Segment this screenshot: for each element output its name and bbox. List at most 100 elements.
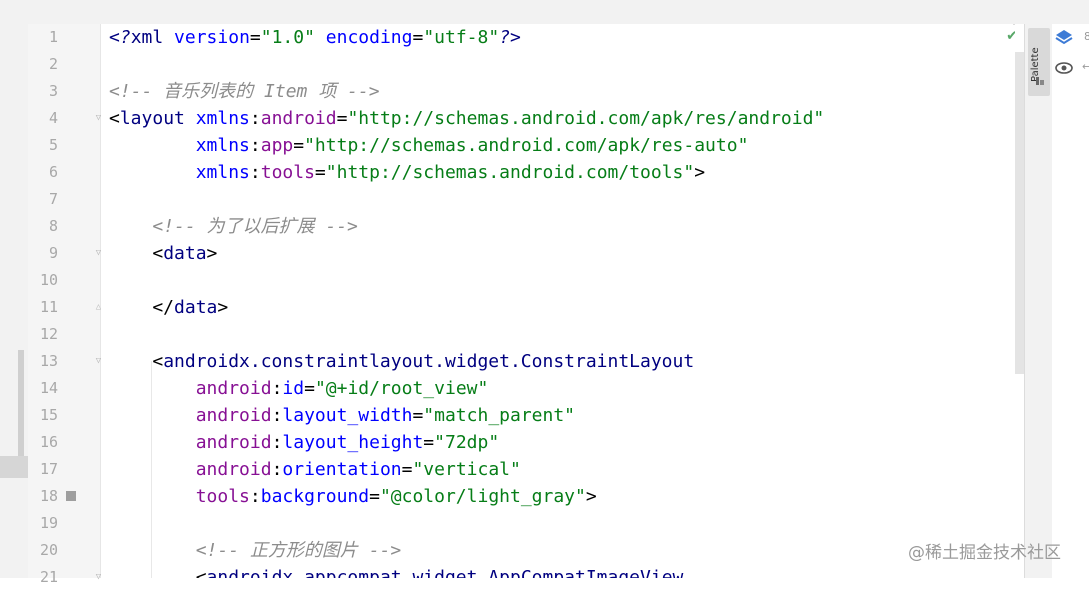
code-token: = xyxy=(314,162,326,183)
code-line: <!-- 为了以后扩展 --> xyxy=(109,213,358,240)
code-line: <androidx.appcompat.widget.AppCompatImag… xyxy=(109,564,684,578)
code-token: androidx.constraintlayout.widget.Constra… xyxy=(163,351,695,372)
code-line: <!-- 音乐列表的 Item 项 --> xyxy=(109,78,380,105)
code-token: xmlns xyxy=(195,162,250,183)
code-token: < xyxy=(109,351,164,372)
code-token: = xyxy=(412,27,424,48)
line-number: 15 xyxy=(39,406,58,424)
code-token: = xyxy=(412,405,424,426)
code-line: tools:background="@color/light_gray"> xyxy=(109,483,597,510)
line-number: 13 xyxy=(39,352,58,370)
code-token: : xyxy=(271,459,283,480)
line-number: 6 xyxy=(48,163,58,181)
code-token: "http://schemas.android.com/apk/res/andr… xyxy=(347,108,825,129)
line-number: 10 xyxy=(39,271,58,289)
code-token: "1.0" xyxy=(260,27,326,48)
code-token: > xyxy=(217,297,229,318)
right-toolbar: 8 ← xyxy=(1052,24,1089,578)
code-token: android xyxy=(195,459,272,480)
code-token: = xyxy=(304,378,315,399)
palette-icon xyxy=(1036,77,1044,85)
editor-tab-bar xyxy=(0,0,1089,25)
line-number: 2 xyxy=(48,55,58,73)
line-number: 11 xyxy=(39,298,58,316)
code-token: "utf-8" xyxy=(423,27,500,48)
code-token: : xyxy=(249,108,261,129)
code-token: "http://schemas.android.com/tools" xyxy=(325,162,695,183)
code-token: androidx.appcompat.widget.AppCompatImage… xyxy=(206,567,684,578)
eye-icon[interactable] xyxy=(1054,58,1074,78)
code-token: tools xyxy=(260,162,315,183)
toolbar-arrow-icon[interactable]: ← xyxy=(1082,60,1089,73)
code-token: xml xyxy=(130,27,175,48)
code-token: android xyxy=(195,405,272,426)
code-token: data xyxy=(174,297,218,318)
code-line: </data> xyxy=(109,294,228,321)
code-token: app xyxy=(260,135,294,156)
code-token: android xyxy=(195,378,272,399)
line-number: 5 xyxy=(48,136,58,154)
line-number: 17 xyxy=(39,460,58,478)
code-token: android xyxy=(260,108,337,129)
line-number: 1 xyxy=(48,28,58,46)
code-token: layout_width xyxy=(282,405,413,426)
code-line: android:orientation="vertical" xyxy=(109,456,521,483)
line-number: 14 xyxy=(39,379,58,397)
layers-icon[interactable] xyxy=(1054,28,1074,48)
line-number: 16 xyxy=(39,433,58,451)
code-line: xmlns:app="http://schemas.android.com/ap… xyxy=(109,132,749,159)
code-token: "72dp" xyxy=(434,432,500,453)
toolbar-overflow-icon[interactable]: 8 xyxy=(1084,30,1089,43)
code-token: "@color/light_gray" xyxy=(379,486,586,507)
code-token: > xyxy=(206,243,218,264)
code-token: </ xyxy=(109,297,175,318)
code-token: xmlns xyxy=(195,108,250,129)
scrollbar-thumb[interactable] xyxy=(1015,52,1024,374)
code-token: id xyxy=(282,378,305,399)
code-token: < xyxy=(109,243,164,264)
code-line: android:layout_width="match_parent" xyxy=(109,402,575,429)
code-line: <androidx.constraintlayout.widget.Constr… xyxy=(109,348,694,375)
line-number: 12 xyxy=(39,325,58,343)
code-token: : xyxy=(249,486,261,507)
code-token: version xyxy=(174,27,250,48)
side-panel-strip xyxy=(1024,24,1053,578)
line-number: 7 xyxy=(48,190,58,208)
code-token: background xyxy=(260,486,370,507)
code-token: tools xyxy=(195,486,250,507)
strip-marker xyxy=(0,456,28,478)
code-token: < xyxy=(109,567,207,578)
code-token: data xyxy=(163,243,207,264)
line-number: 20 xyxy=(39,541,58,559)
left-tool-strip xyxy=(0,24,28,578)
code-token: <? xyxy=(109,27,131,48)
code-token: > xyxy=(585,486,597,507)
code-editor[interactable]: <?xml version="1.0" encoding="utf-8"?> <!… xyxy=(101,24,1013,578)
code-line: android:layout_height="72dp" xyxy=(109,429,499,456)
code-token: "match_parent" xyxy=(423,405,576,426)
bookmark-icon[interactable] xyxy=(66,491,76,501)
code-line: xmlns:tools="http://schemas.android.com/… xyxy=(109,159,705,186)
line-number: 18 xyxy=(39,487,58,505)
code-token: "http://schemas.android.com/apk/res-auto… xyxy=(304,135,749,156)
code-token: layout_height xyxy=(282,432,424,453)
watermark: @稀土掘金技术社区 xyxy=(908,543,1061,563)
line-number: 9 xyxy=(48,244,58,262)
code-token: : xyxy=(249,162,261,183)
code-token: : xyxy=(271,405,283,426)
code-token: orientation xyxy=(282,459,402,480)
line-number: 4 xyxy=(48,109,58,127)
code-line: <!-- 正方形的图片 --> xyxy=(109,537,402,564)
code-token: "vertical" xyxy=(412,459,521,480)
code-token: = xyxy=(336,108,348,129)
code-line: <data> xyxy=(109,240,217,267)
code-token: : xyxy=(271,432,283,453)
